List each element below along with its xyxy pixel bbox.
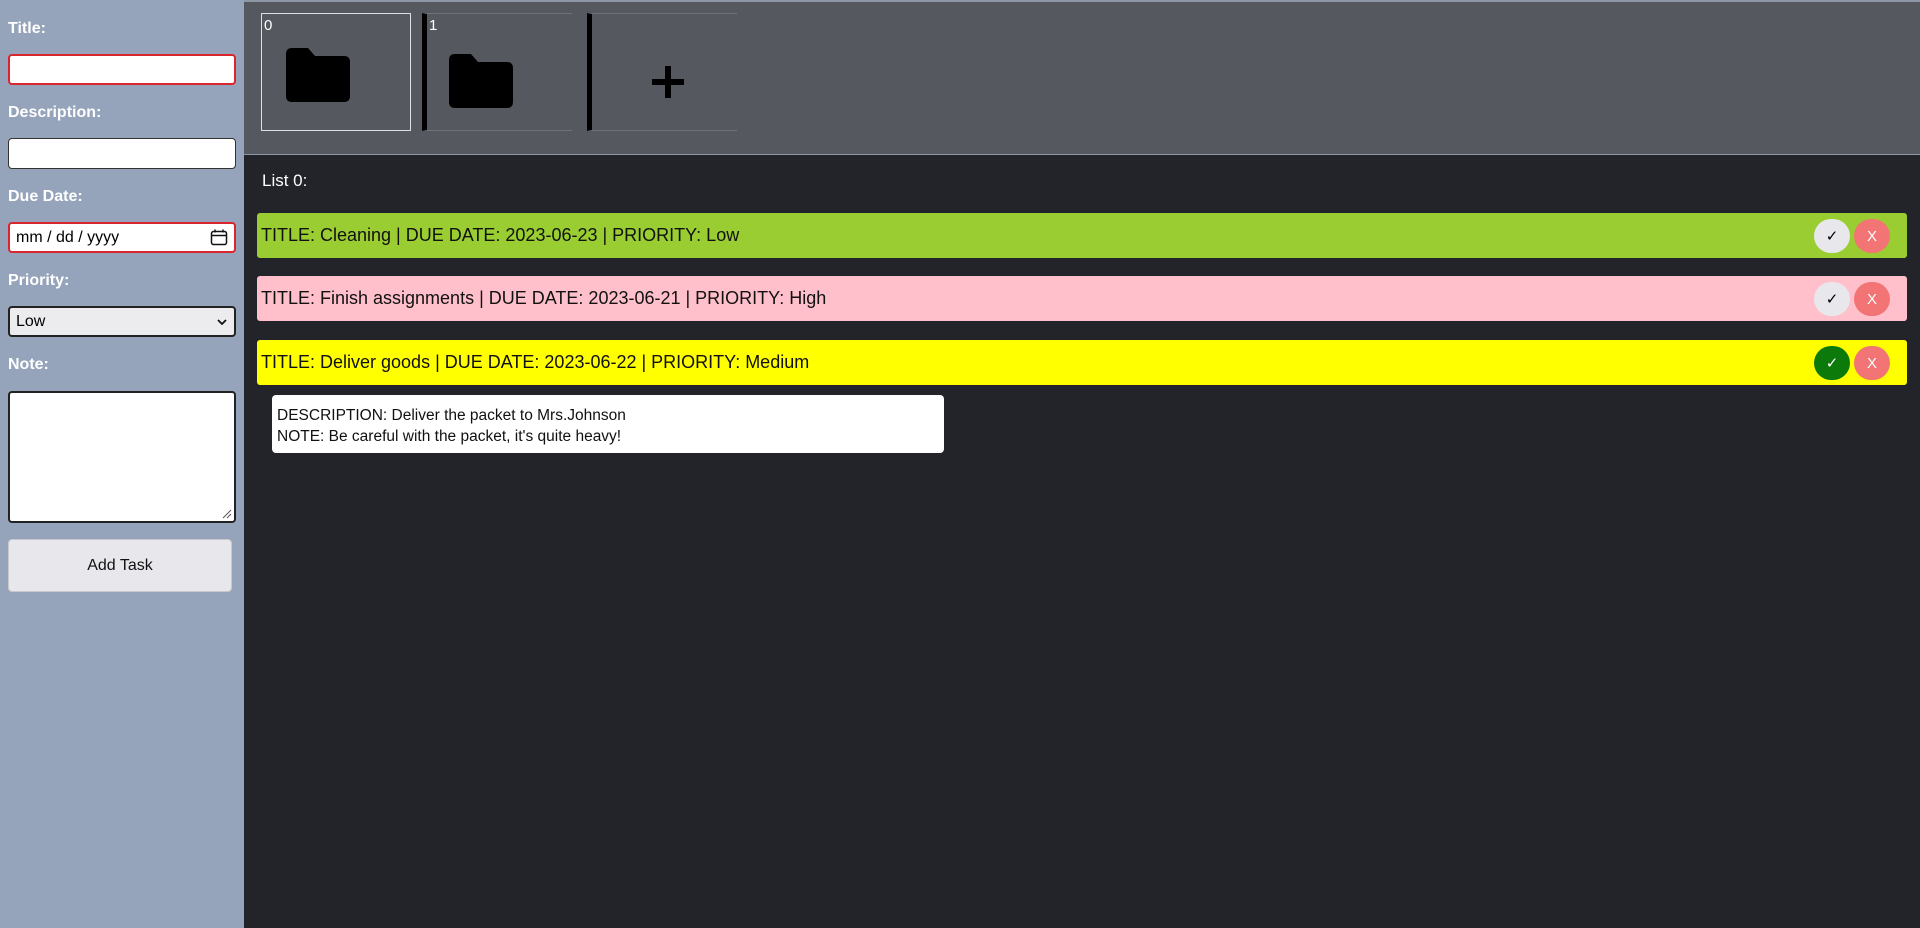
delete-task-button[interactable]: X [1854,282,1890,316]
due-date-placeholder: mm / dd / yyyy [16,228,120,246]
task-row[interactable]: TITLE: Deliver goods | DUE DATE: 2023-06… [257,340,1907,385]
complete-task-button[interactable]: ✓ [1814,219,1850,253]
folder-tab-1[interactable]: 1 [422,13,572,131]
calendar-icon[interactable] [210,229,228,246]
task-text: TITLE: Cleaning | DUE DATE: 2023-06-23 |… [261,225,740,245]
folder-number: 0 [264,17,273,34]
note-label: Note: [8,356,49,373]
due-date-label: Due Date: [8,188,83,205]
due-date-input[interactable]: mm / dd / yyyy [8,222,236,253]
complete-task-button[interactable]: ✓ [1814,346,1850,380]
task-text: TITLE: Deliver goods | DUE DATE: 2023-06… [261,352,810,372]
add-folder-button[interactable] [587,13,737,131]
task-description: DESCRIPTION: Deliver the packet to Mrs.J… [277,407,626,424]
priority-select[interactable]: Low [8,306,236,337]
title-label: Title: [8,20,46,37]
task-note: NOTE: Be careful with the packet, it's q… [277,428,622,445]
title-input[interactable] [8,54,236,85]
description-input[interactable] [8,138,236,169]
list-title: List 0: [262,171,308,190]
resize-grip-icon[interactable] [220,507,232,519]
folder-tab-0[interactable]: 0 [261,13,411,131]
folder-number: 1 [429,17,438,34]
priority-selected-value: Low [16,312,46,330]
task-text: TITLE: Finish assignments | DUE DATE: 20… [261,288,827,308]
note-textarea[interactable] [8,391,236,523]
add-task-button[interactable]: Add Task [8,539,232,592]
plus-icon [652,66,684,98]
folder-icon [449,54,513,108]
task-detail-panel: DESCRIPTION: Deliver the packet to Mrs.J… [272,395,944,453]
priority-label: Priority: [8,272,70,289]
delete-task-button[interactable]: X [1854,346,1890,380]
description-label: Description: [8,104,102,121]
folder-icon [286,48,350,102]
task-row[interactable]: TITLE: Finish assignments | DUE DATE: 20… [257,276,1907,321]
chevron-down-icon [217,318,227,325]
task-row[interactable]: TITLE: Cleaning | DUE DATE: 2023-06-23 |… [257,213,1907,258]
complete-task-button[interactable]: ✓ [1814,282,1850,316]
task-form-sidebar: Title: Description: Due Date: mm / dd / … [0,0,244,928]
delete-task-button[interactable]: X [1854,219,1890,253]
folder-bar: 0 1 [244,0,1920,155]
